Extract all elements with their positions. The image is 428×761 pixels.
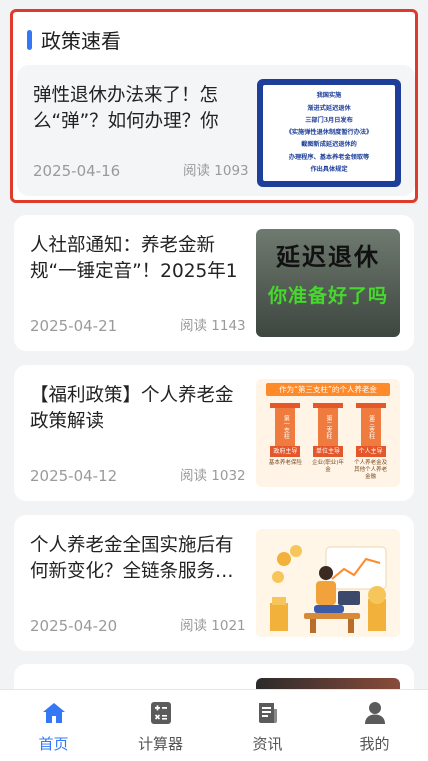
article-read-count: 阅读 1032 [180,468,246,484]
tab-home[interactable]: 首页 [0,690,107,761]
tab-label: 计算器 [137,735,183,753]
pillar: 第二支柱 单位主导 企业(职业)年金 [310,403,346,481]
pillar-label: 第二支柱 [317,408,338,446]
section-title-accent-bar [27,29,32,50]
article-title: 人社部通知：养老金新规“一锤定音”！2025年1月… [30,235,238,282]
article-thumbnail [256,529,400,637]
article-card[interactable]: 弹性退休办法来了！怎么“弹”？如何办理？你关… 2025-04-16 阅读 10… [17,65,415,196]
article-date: 2025-04-21 [30,317,118,335]
pillar: 第三支柱 个人主导 个人养老金及其他个人养老金融 [353,403,389,481]
thumb-text: 截图新成延迟退休的 [301,141,357,149]
tab-mine[interactable]: 我的 [321,690,428,761]
policy-feed-screen: 政策速看 弹性退休办法来了！怎么“弹”？如何办理？你关… 2025-04-16 … [0,0,428,761]
pillar-base: 个人主导 [355,446,386,457]
thumb-header: 作为“第三支柱”的个人养老金 [266,383,390,396]
policy-quick-view-section: 政策速看 弹性退休办法来了！怎么“弹”？如何办理？你关… 2025-04-16 … [10,9,418,203]
calculator-icon [148,700,174,726]
tab-label: 首页 [38,735,69,753]
article-thumbnail: 我国实施 渐进式延迟退休 三部门3月日发布 《实施弹性退休制度暂行办法》 截图新… [257,79,401,187]
section-title: 政策速看 [41,29,121,53]
pillar-note: 个人养老金及其他个人养老金融 [354,460,388,480]
pillar-note: 基本养老保险 [268,460,302,466]
thumb-text: 渐进式延迟退休 [307,104,351,112]
pillar-label: 第一支柱 [275,408,296,446]
article-card[interactable]: 个人养老金全国实施后有何新变化？全链条服务… 2025-04-20 阅读 102… [14,515,414,651]
tab-calculator[interactable]: 计算器 [107,690,214,761]
thumb-text: 作出具体规定 [310,165,348,173]
thumb-text: 我国实施 [316,92,342,100]
article-thumbnail: 作为“第三支柱”的个人养老金 第一支柱 政府主导 基本养老保险 第二支柱 单位主… [256,379,400,487]
home-icon [41,700,67,726]
section-header: 政策速看 [27,25,121,54]
user-icon [362,700,388,726]
thumb-subheadline: 你准备好了吗 [267,285,388,307]
pillar-note: 企业(职业)年金 [312,460,344,473]
tab-news[interactable]: 资讯 [214,690,321,761]
article-date: 2025-04-20 [30,617,118,635]
thumb-text: 《实施弹性退休制度暂行办法》 [285,129,373,136]
article-title: 个人养老金全国实施后有何新变化？全链条服务… [30,535,234,582]
notice-document-image: 我国实施 渐进式延迟退休 三部门3月日发布 《实施弹性退休制度暂行办法》 截图新… [263,85,395,181]
article-title: 弹性退休办法来了！怎么“弹”？如何办理？你关… [33,85,219,132]
article-card[interactable]: 【福利政策】个人养老金政策解读 2025-04-12 阅读 1032 作为“第三… [14,365,414,501]
bottom-tab-bar: 首页 计算器 资讯 我的 [0,689,428,761]
thumb-headline: 延迟退休 [276,243,380,271]
thumb-text: 三部门3月日发布 [305,116,353,124]
retirement-savings-illustration-icon [256,529,400,637]
thumb-text: 办理程序、基本养老金领取等 [288,153,370,161]
pillar: 第一支柱 政府主导 基本养老保险 [267,403,303,481]
article-date: 2025-04-12 [30,467,118,485]
article-date: 2025-04-16 [33,162,121,180]
tab-label: 我的 [359,735,390,753]
tab-label: 资讯 [252,735,283,753]
article-card[interactable]: 人社部通知：养老金新规“一锤定音”！2025年1月… 2025-04-21 阅读… [14,215,414,351]
pillar-label: 第三支柱 [360,408,381,446]
article-read-count: 阅读 1143 [180,318,246,334]
article-title: 【福利政策】个人养老金政策解读 [30,385,234,432]
article-thumbnail: 延迟退休 你准备好了吗 [256,229,400,337]
pillar-base: 政府主导 [270,446,301,457]
pillar-base: 单位主导 [312,446,343,457]
article-read-count: 阅读 1093 [183,163,249,179]
article-read-count: 阅读 1021 [180,618,246,634]
pillars-diagram: 第一支柱 政府主导 基本养老保险 第二支柱 单位主导 企业(职业)年金 第三支柱… [264,403,392,481]
news-icon [255,700,281,726]
